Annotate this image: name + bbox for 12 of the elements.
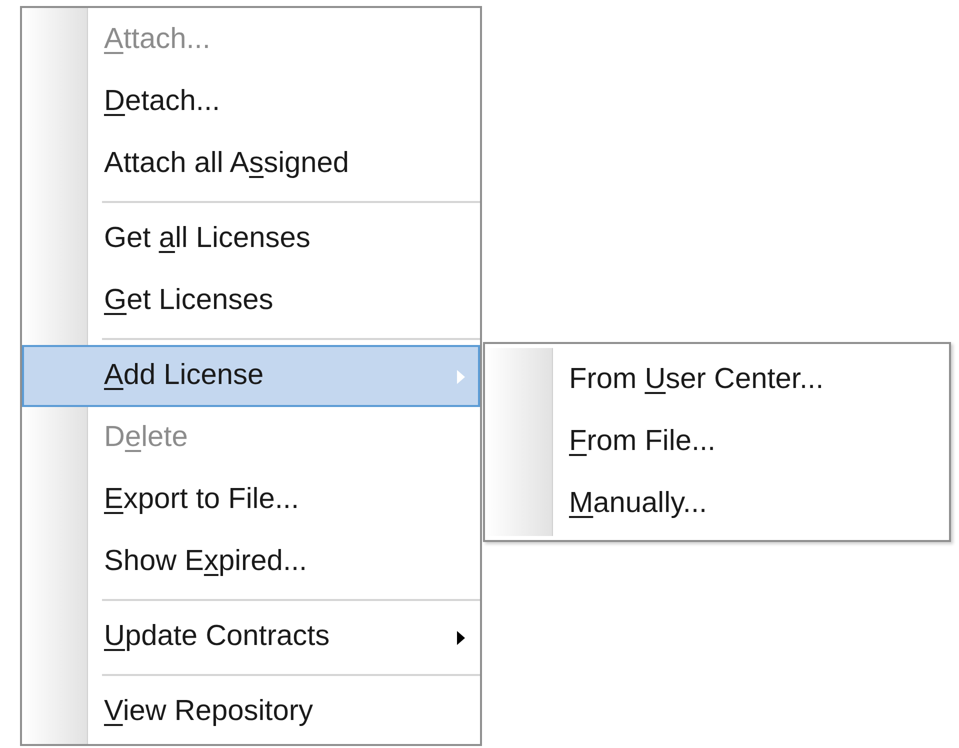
menu-item[interactable]: Attach all Assigned [22, 133, 480, 195]
menu-item[interactable]: View Repository [22, 681, 480, 743]
menu-item[interactable]: Detach... [22, 71, 480, 133]
menu-item[interactable]: Get all Licenses [22, 208, 480, 270]
menu-item[interactable]: From File... [485, 411, 949, 473]
menu-item[interactable]: Export to File... [22, 469, 480, 531]
menu-item[interactable]: Add License [22, 345, 480, 407]
menu-item[interactable]: Update Contracts [22, 606, 480, 668]
menu-item[interactable]: Manually... [485, 473, 949, 535]
menu-item[interactable]: Show Expired... [22, 531, 480, 593]
menu-item[interactable]: Get Licenses [22, 270, 480, 332]
menu-item[interactable]: From User Center... [485, 349, 949, 411]
